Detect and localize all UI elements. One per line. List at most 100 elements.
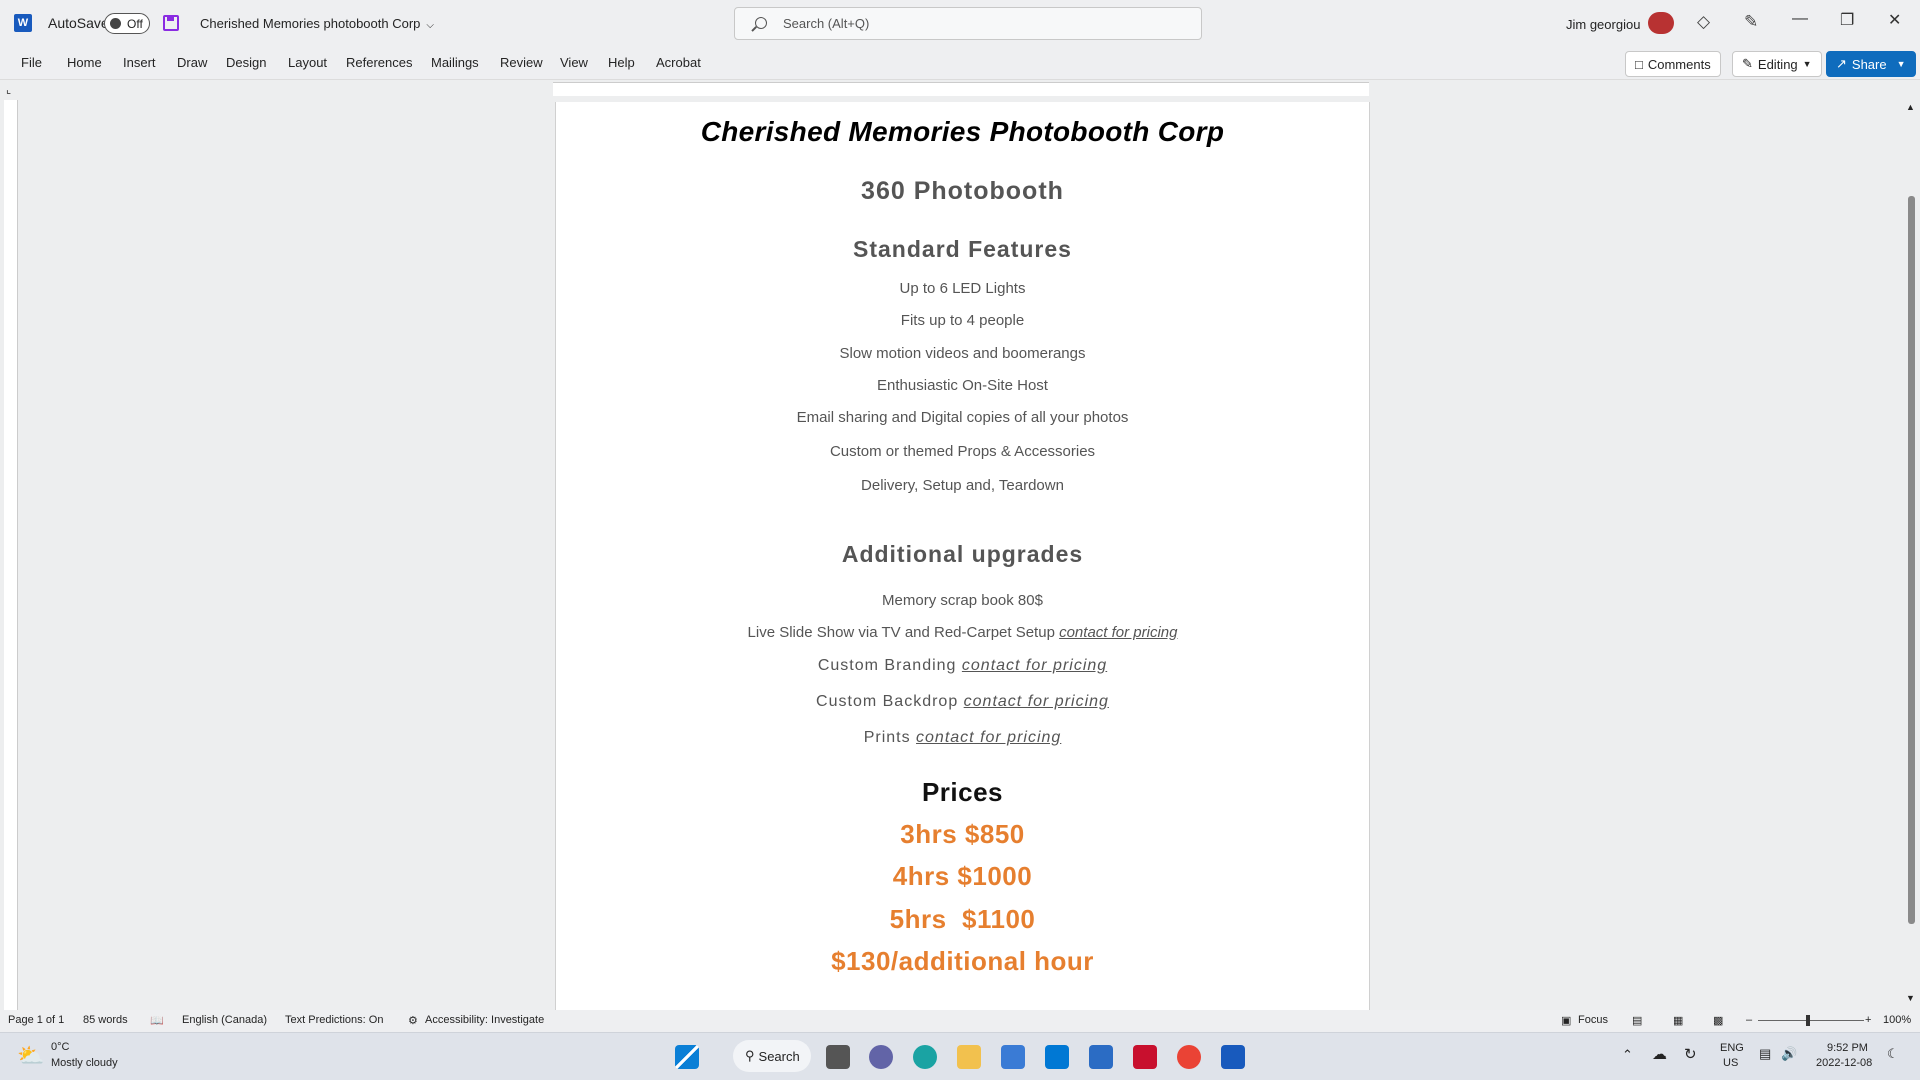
tab-view[interactable]: View [560, 55, 588, 70]
notification-icon[interactable]: ☾ [1887, 1046, 1899, 1062]
tab-layout[interactable]: Layout [288, 55, 327, 70]
feature-item: Fits up to 4 people [900, 312, 1025, 329]
tab-home[interactable]: Home [67, 55, 102, 70]
pricing-link[interactable]: contact for pricing [964, 693, 1109, 710]
tab-help[interactable]: Help [608, 55, 635, 70]
weather-icon[interactable]: ⛅ [17, 1043, 44, 1069]
focus-button[interactable]: Focus [1578, 1014, 1608, 1026]
print-layout-icon[interactable]: ▦ [1673, 1014, 1683, 1027]
tab-review[interactable]: Review [500, 55, 543, 70]
power-automate-icon[interactable] [1045, 1045, 1069, 1069]
temperature[interactable]: 0°C [51, 1041, 69, 1053]
price-item: $130/additional hour [831, 946, 1094, 976]
scrollbar-thumb[interactable] [1908, 196, 1915, 924]
file-explorer-icon[interactable] [957, 1045, 981, 1069]
upgrade-text: Custom Backdrop [816, 693, 964, 710]
scroll-up-icon[interactable]: ▲ [1906, 102, 1915, 112]
tab-draw[interactable]: Draw [177, 55, 207, 70]
status-bar: Page 1 of 1 85 words 📖 English (Canada) … [0, 1010, 1920, 1032]
proofing-icon[interactable]: 📖 [150, 1014, 164, 1027]
region-indicator[interactable]: US [1723, 1057, 1738, 1069]
vertical-ruler[interactable] [4, 100, 18, 1012]
search-input[interactable]: Search (Alt+Q) [734, 7, 1202, 40]
diamond-icon[interactable]: ◇ [1697, 12, 1710, 32]
horizontal-ruler[interactable] [553, 82, 1369, 96]
feature-item: Delivery, Setup and, Teardown [861, 477, 1064, 494]
accessibility-icon[interactable]: ⚙ [408, 1014, 418, 1027]
minimize-icon[interactable]: — [1792, 10, 1808, 28]
upgrade-item: Live Slide Show via TV and Red-Carpet Se… [556, 624, 1369, 641]
pricing-link[interactable]: contact for pricing [1059, 624, 1177, 641]
product-title: 360 Photobooth [861, 177, 1064, 205]
store-icon[interactable] [1001, 1045, 1025, 1069]
tab-references[interactable]: References [346, 55, 412, 70]
page-count[interactable]: Page 1 of 1 [8, 1014, 64, 1026]
pricing-link[interactable]: contact for pricing [962, 657, 1107, 674]
feature-item: Enthusiastic On-Site Host [877, 377, 1048, 394]
avatar[interactable] [1648, 12, 1674, 34]
zoom-in-icon[interactable]: + [1865, 1014, 1871, 1026]
tab-mailings[interactable]: Mailings [431, 55, 479, 70]
weather-text[interactable]: Mostly cloudy [51, 1057, 118, 1069]
share-button[interactable]: ↗ Share ▼ [1826, 51, 1916, 77]
chat-icon[interactable] [869, 1045, 893, 1069]
zoom-slider[interactable] [1758, 1020, 1864, 1021]
price-item: 5hrs $1100 [889, 904, 1036, 934]
editing-button[interactable]: ✎ Editing ▼ [1732, 51, 1822, 77]
focus-icon[interactable]: ▣ [1561, 1014, 1571, 1027]
autosave-state: Off [127, 16, 143, 31]
user-name[interactable]: Jim georgiou [1566, 17, 1640, 32]
language[interactable]: English (Canada) [182, 1014, 267, 1026]
language-indicator[interactable]: ENG [1720, 1042, 1744, 1054]
document-page[interactable]: Cherished Memories Photobooth Corp 360 P… [555, 102, 1370, 1010]
clock-date[interactable]: 2022-12-08 [1816, 1057, 1872, 1069]
word-taskbar-icon[interactable] [1221, 1045, 1245, 1069]
clock-time[interactable]: 9:52 PM [1827, 1042, 1868, 1054]
chevron-down-icon: ⌵ [426, 20, 434, 31]
chrome-icon[interactable] [1177, 1045, 1201, 1069]
taskbar-search[interactable]: ⚲ Search [733, 1040, 811, 1072]
close-icon[interactable]: ✕ [1888, 10, 1901, 30]
tab-insert[interactable]: Insert [123, 55, 156, 70]
comments-button[interactable]: □ Comments [1625, 51, 1721, 77]
share-icon: ↗ [1836, 56, 1847, 71]
tab-acrobat[interactable]: Acrobat [656, 55, 701, 70]
pricing-link[interactable]: contact for pricing [916, 729, 1061, 746]
onedrive-icon[interactable]: ☁ [1652, 1045, 1667, 1063]
vertical-scrollbar[interactable]: ▲ ▼ [1905, 100, 1917, 1006]
mail-icon[interactable] [1089, 1045, 1113, 1069]
word-count[interactable]: 85 words [83, 1014, 128, 1026]
taskbar-search-label: Search [758, 1048, 800, 1064]
accessibility-status[interactable]: Accessibility: Investigate [425, 1014, 544, 1026]
task-view-icon[interactable] [826, 1045, 850, 1069]
scroll-down-icon[interactable]: ▼ [1906, 993, 1915, 1003]
edge-icon[interactable] [913, 1045, 937, 1069]
read-mode-icon[interactable]: ▤ [1632, 1014, 1642, 1027]
document-title-dropdown[interactable]: Cherished Memories photobooth Corp ⌵ [200, 16, 434, 31]
document-title: Cherished Memories photobooth Corp [200, 16, 421, 31]
toggle-knob-icon [110, 18, 121, 29]
price-item: 4hrs $1000 [892, 861, 1033, 891]
feature-item: Custom or themed Props & Accessories [829, 443, 1096, 460]
restore-icon[interactable]: ❐ [1840, 10, 1854, 30]
volume-icon[interactable]: 🔊 [1781, 1046, 1797, 1062]
tab-design[interactable]: Design [226, 55, 266, 70]
save-icon[interactable] [163, 15, 179, 31]
tab-file[interactable]: File [21, 55, 42, 70]
editing-label: Editing [1757, 56, 1798, 72]
network-icon[interactable]: ▤ [1759, 1046, 1771, 1062]
sync-icon[interactable]: ↻ [1684, 1045, 1697, 1063]
chevron-up-icon[interactable]: ⌃ [1622, 1047, 1633, 1063]
zoom-slider-thumb[interactable] [1806, 1015, 1810, 1026]
text-predictions[interactable]: Text Predictions: On [285, 1014, 383, 1026]
zoom-out-icon[interactable]: – [1746, 1014, 1752, 1026]
acrobat-icon[interactable] [1133, 1045, 1157, 1069]
autosave-toggle[interactable]: Off [104, 13, 150, 34]
web-layout-icon[interactable]: ▩ [1713, 1014, 1723, 1027]
upgrade-item: Prints contact for pricing [556, 729, 1369, 747]
search-icon [755, 17, 767, 29]
start-icon[interactable] [675, 1045, 699, 1069]
zoom-level[interactable]: 100% [1883, 1014, 1911, 1026]
tab-selector[interactable]: ⌞ [6, 83, 11, 96]
pen-icon[interactable]: ✎ [1744, 12, 1758, 32]
